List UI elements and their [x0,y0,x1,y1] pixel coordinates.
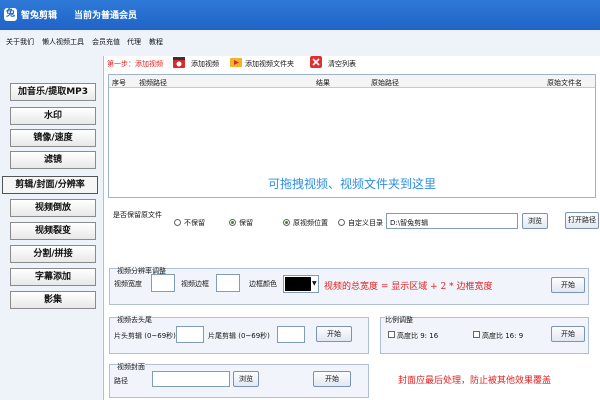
ratio-title: 比例调整 [385,315,413,325]
sidebar-item-reverse[interactable]: 视频倒放 [10,199,96,217]
output-browse-button[interactable]: 浏览 [522,213,548,229]
ratio-start-button[interactable]: 开始 [551,326,585,342]
file-list-table[interactable]: 序号 视频路径 结果 原始路径 原始文件名 可拖拽视频、视频文件夹到这里 [108,74,596,198]
sidebar-item-split-join[interactable]: 分割/拼接 [10,245,96,263]
clear-list-button[interactable]: 清空列表 [328,59,356,69]
video-border-input[interactable] [216,274,240,292]
border-color-label: 边框颜色 [249,280,277,288]
cover-path-input[interactable] [152,371,230,387]
menu-lazy-tools[interactable]: 懒人视频工具 [42,37,84,47]
sidebar-item-crop-cover-resolution[interactable]: 剪辑/封面/分辨率 [2,176,98,194]
video-border-label: 视频边框 [181,280,209,288]
add-video-icon[interactable] [172,55,186,69]
menu-agent[interactable]: 代理 [127,37,141,47]
member-status: 当前为普通会员 [74,11,138,21]
sidebar-item-fission[interactable]: 视频裂变 [10,222,96,240]
title-bar: 兔 智兔剪辑 当前为普通会员 [0,0,600,30]
cover-path-label: 路径 [114,377,128,385]
menu-about[interactable]: 关于我们 [6,37,34,47]
radio-custom-dir[interactable] [338,219,345,226]
trim-title: 视频去头尾 [117,315,152,325]
ratio-16-9-label: 高度比 16: 9 [482,332,524,340]
col-index: 序号 [112,79,126,87]
border-color-select[interactable]: ▼ [283,275,319,293]
add-folder-button[interactable]: 添加视频文件夹 [245,59,294,69]
video-width-label: 视频宽度 [114,280,142,288]
tail-trim-label: 片尾剪辑 (0~69秒) [208,332,270,340]
radio-not-keep[interactable] [174,219,181,226]
cover-note: 封面应最后处理，防止被其他效果覆盖 [398,376,552,386]
col-video-path: 视频路径 [139,79,167,87]
head-trim-input[interactable] [176,326,204,343]
radio-custom-dir-label: 自定义目录 [348,219,383,227]
resolution-note: 视频的总宽度 = 显示区域 + 2 * 边框宽度 [324,282,493,292]
sidebar-item-music[interactable]: 加音乐/提取MP3 [10,83,96,101]
app-title: 智兔剪辑 [21,11,58,21]
menu-tutorial[interactable]: 教程 [149,37,163,47]
clear-list-icon[interactable] [309,55,323,69]
radio-original-location-label: 原视频位置 [293,219,328,227]
app-logo-icon: 兔 [4,8,17,21]
tail-trim-input[interactable] [277,326,305,343]
col-original-filename: 原始文件名 [547,79,582,87]
resolution-start-button[interactable]: 开始 [551,277,585,293]
video-width-input[interactable] [151,274,175,292]
sidebar-item-filter[interactable]: 滤镜 [10,151,96,169]
add-video-button[interactable]: 添加视频 [191,59,219,69]
radio-keep[interactable] [229,219,236,226]
radio-original-location[interactable] [283,219,290,226]
save-original-label: 是否保留原文件 [113,211,162,219]
radio-keep-label: 保留 [239,219,253,227]
head-trim-label: 片头剪辑 (0~69秒) [114,332,176,340]
output-path-input[interactable]: D:\智兔剪辑 [386,213,518,229]
cover-start-button[interactable]: 开始 [313,371,351,387]
sidebar-item-watermark[interactable]: 水印 [10,107,96,125]
radio-not-keep-label: 不保留 [184,219,205,227]
col-result: 结果 [316,79,330,87]
table-header: 序号 视频路径 结果 原始路径 原始文件名 [109,75,595,88]
sidebar-item-album[interactable]: 影集 [10,291,96,309]
sidebar-item-mirror-speed[interactable]: 镜像/速度 [10,129,96,147]
cover-title: 视频封面 [117,362,145,372]
menu-bar: 关于我们 懒人视频工具 会员充值 代理 教程 [0,34,600,48]
drop-hint: 可拖拽视频、视频文件夹到这里 [267,177,436,191]
chevron-down-icon: ▼ [312,280,317,287]
add-folder-icon[interactable] [229,55,243,69]
ratio-9-16-checkbox[interactable] [388,331,395,338]
cover-browse-button[interactable]: 浏览 [233,371,259,387]
step1-label: 第一步：添加视频 [107,60,163,68]
open-path-button[interactable]: 打开路径 [565,212,599,229]
ratio-9-16-label: 高度比 9: 16 [397,332,439,340]
output-path-value: D:\智兔剪辑 [390,219,429,227]
border-color-swatch [285,277,311,291]
col-original-path: 原始路径 [371,79,399,87]
trim-start-button[interactable]: 开始 [316,326,352,342]
menu-recharge[interactable]: 会员充值 [92,37,120,47]
ratio-16-9-checkbox[interactable] [473,331,480,338]
sidebar-item-subtitles[interactable]: 字幕添加 [10,268,96,286]
